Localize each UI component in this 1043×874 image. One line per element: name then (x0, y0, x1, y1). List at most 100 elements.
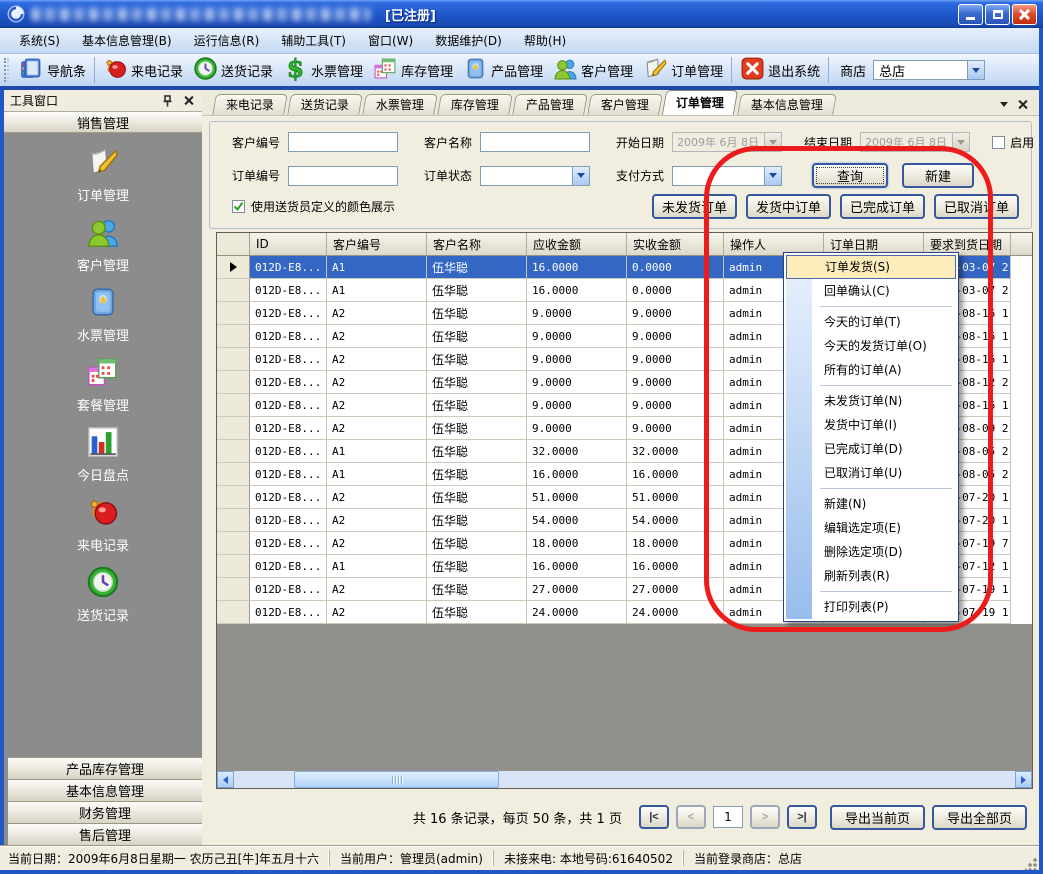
scrollbar-track[interactable] (234, 771, 1015, 788)
last-page-button[interactable]: >| (787, 805, 817, 829)
close-button[interactable] (1012, 4, 1037, 25)
menubar-item[interactable]: 数据维护(D) (424, 28, 513, 53)
sidebar-item-product-book[interactable]: 水票管理 (77, 285, 129, 344)
menubar-item[interactable]: 窗口(W) (357, 28, 424, 53)
tab-来电记录[interactable]: 来电记录 (212, 94, 288, 115)
toolbar-button-exit[interactable]: 退出系统 (735, 54, 825, 87)
status-filter-button[interactable]: 已完成订单 (840, 194, 925, 219)
column-header[interactable]: ID (250, 233, 327, 255)
users-icon (553, 56, 578, 85)
maximize-button[interactable] (985, 4, 1010, 25)
order-status-select[interactable] (480, 166, 590, 186)
shop-combobox[interactable]: 总店 (873, 60, 985, 80)
start-date-picker[interactable]: 2009年 6月 8日 (672, 132, 782, 152)
minimize-button[interactable] (958, 4, 983, 25)
sidebar-section-sales[interactable]: 销售管理 (4, 112, 202, 133)
context-menu-item[interactable]: 新建(N) (786, 492, 956, 516)
tab-送货记录[interactable]: 送货记录 (287, 94, 363, 115)
tab-label: 库存管理 (451, 95, 499, 115)
context-menu-item[interactable]: 打印列表(P) (786, 595, 956, 619)
menubar-item[interactable]: 帮助(H) (513, 28, 577, 53)
export-all-pages-button[interactable]: 导出全部页 (932, 805, 1027, 830)
scroll-right-icon[interactable] (1015, 771, 1032, 788)
sidebar-item-calendar[interactable]: 套餐管理 (77, 355, 129, 414)
context-menu-item[interactable]: 今天的订单(T) (786, 310, 956, 334)
column-header[interactable]: 客户编号 (327, 233, 427, 255)
export-current-page-button[interactable]: 导出当前页 (830, 805, 925, 830)
prev-page-button[interactable]: < (676, 805, 706, 829)
pay-method-select[interactable] (672, 166, 782, 186)
menubar-item[interactable]: 系统(S) (8, 28, 71, 53)
context-menu-item[interactable]: 未发货订单(N) (786, 389, 956, 413)
tab-订单管理[interactable]: 订单管理 (662, 90, 738, 115)
cell-received: 24.0000 (627, 601, 724, 624)
sidebar-item-order-pen[interactable]: 订单管理 (77, 145, 129, 204)
toolbar-button-bell[interactable]: 来电记录 (98, 54, 188, 87)
enable-checkbox[interactable] (992, 136, 1005, 149)
context-menu-item[interactable]: 订单发货(S) (786, 255, 956, 279)
context-menu-item[interactable]: 编辑选定项(E) (786, 516, 956, 540)
toolbar-button-nav-book[interactable]: 导航条 (14, 54, 91, 87)
sidebar-item-bell[interactable]: 来电记录 (77, 495, 129, 554)
column-header[interactable]: 客户名称 (427, 233, 527, 255)
sidebar-item-users[interactable]: 客户管理 (77, 215, 129, 274)
tab-水票管理[interactable]: 水票管理 (362, 94, 438, 115)
page-number-input[interactable]: 1 (713, 806, 743, 828)
context-menu-item[interactable]: 已完成订单(D) (786, 437, 956, 461)
context-menu-item[interactable]: 回单确认(C) (786, 279, 956, 303)
toolbar-button-order-pen[interactable]: 订单管理 (638, 54, 728, 87)
toolbar-button-dollar[interactable]: $水票管理 (278, 54, 368, 87)
status-filter-button[interactable]: 未发货订单 (652, 194, 737, 219)
context-menu-item[interactable]: 已取消订单(U) (786, 461, 956, 485)
order-no-input[interactable] (288, 166, 398, 186)
first-page-button[interactable]: |< (639, 805, 669, 829)
status-filter-button[interactable]: 已取消订单 (934, 194, 1019, 219)
toolbar-button-users[interactable]: 客户管理 (548, 54, 638, 87)
cell-id: 012D-E8... (250, 256, 327, 279)
context-menu-item[interactable]: 刷新列表(R) (786, 564, 956, 588)
sidebar-section-bar[interactable]: 售后管理 (8, 823, 202, 845)
tab-库存管理[interactable]: 库存管理 (437, 94, 513, 115)
tab-客户管理[interactable]: 客户管理 (587, 94, 663, 115)
sidebar-section-bar[interactable]: 财务管理 (8, 801, 202, 823)
sidebar-section-bar[interactable]: 产品库存管理 (8, 757, 202, 779)
next-page-button[interactable]: > (750, 805, 780, 829)
scrollbar-thumb[interactable] (294, 771, 499, 788)
tab-基本信息管理[interactable]: 基本信息管理 (737, 94, 837, 115)
toolbar-button-product-book[interactable]: 产品管理 (458, 54, 548, 87)
toolbar-grip[interactable] (4, 58, 9, 82)
customer-no-input[interactable] (288, 132, 398, 152)
tab-产品管理[interactable]: 产品管理 (512, 94, 588, 115)
end-date-picker[interactable]: 2009年 6月 8日 (860, 132, 970, 152)
column-header[interactable]: 实收金额 (627, 233, 724, 255)
status-filter-button[interactable]: 发货中订单 (746, 194, 831, 219)
menubar-item[interactable]: 基本信息管理(B) (71, 28, 183, 53)
sidebar-section-bar[interactable]: 基本信息管理 (8, 779, 202, 801)
horizontal-scrollbar[interactable] (217, 771, 1032, 788)
context-menu-item[interactable]: 今天的发货订单(O) (786, 334, 956, 358)
menubar-item[interactable]: 运行信息(R) (183, 28, 271, 53)
color-display-checkbox[interactable] (232, 200, 245, 213)
column-header[interactable]: 应收金额 (527, 233, 627, 255)
customer-name-input[interactable] (480, 132, 590, 152)
current-row-arrow-icon (230, 262, 237, 272)
pin-icon[interactable] (160, 93, 175, 108)
sidebar-item-chart[interactable]: 今日盘点 (77, 425, 129, 484)
statusbar-segment: 当前登录商店：总店 (683, 850, 812, 866)
context-menu-item[interactable]: 所有的订单(A) (786, 358, 956, 382)
close-icon[interactable] (181, 93, 196, 108)
context-menu-item[interactable]: 发货中订单(I) (786, 413, 956, 437)
scroll-left-icon[interactable] (217, 771, 234, 788)
context-menu-item[interactable]: 删除选定项(D) (786, 540, 956, 564)
tab-list-dropdown-icon[interactable] (1000, 102, 1008, 107)
toolbar-button-calendar[interactable]: 库存管理 (368, 54, 458, 87)
menubar-item[interactable]: 辅助工具(T) (270, 28, 357, 53)
new-button[interactable]: 新建 (902, 163, 974, 188)
query-button[interactable]: 查询 (812, 163, 888, 188)
cell-receivable: 16.0000 (527, 463, 627, 486)
tab-close-icon[interactable] (1018, 100, 1027, 109)
toolbar-button-clock[interactable]: 送货记录 (188, 54, 278, 87)
chevron-down-icon[interactable] (967, 61, 984, 79)
sidebar-item-clock[interactable]: 送货记录 (77, 565, 129, 624)
resize-grip[interactable] (1025, 858, 1037, 870)
